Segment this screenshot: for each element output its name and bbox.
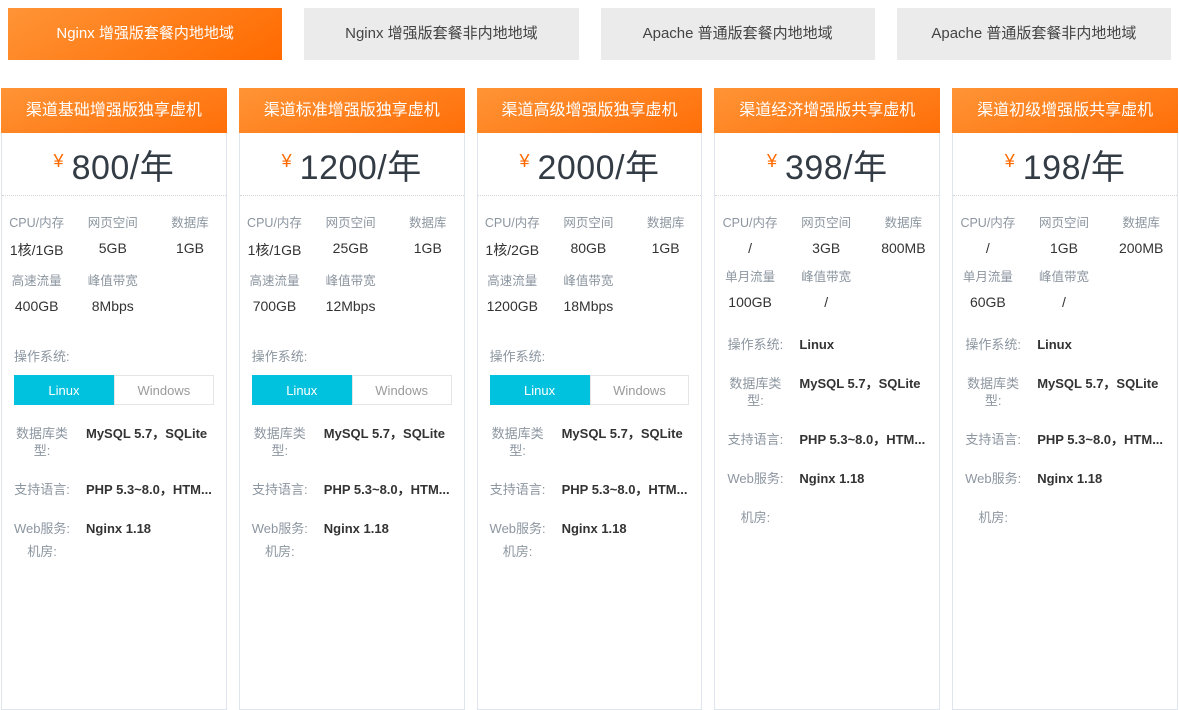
tab-apache-basic-non-mainland[interactable]: Apache 普通版套餐非内地地域 — [897, 8, 1171, 60]
currency-symbol: ¥ — [519, 151, 529, 172]
detail-os: 操作系统:Linux — [959, 336, 1167, 353]
specs-grid: CPU/内存/ 网页空间1GB 数据库200MB 单月流量60GB 峰值带宽/ — [953, 196, 1177, 322]
spec-cpu: CPU/内存1核/2GB — [478, 212, 547, 260]
spec-cpu: CPU/内存1核/1GB — [240, 212, 309, 260]
detail-web-service: Web服务:Nginx 1.18 — [959, 470, 1167, 487]
detail-datacenter: 机房: — [246, 543, 454, 560]
price-value: 2000/年 — [537, 140, 659, 189]
specs-grid: CPU/内存1核/1GB 网页空间25GB 数据库1GB 高速流量700GB 峰… — [240, 196, 464, 326]
plan-title: 渠道初级增强版共享虚机 — [952, 88, 1178, 133]
spec-webspace: 网页空间80GB — [547, 212, 630, 260]
plan-card-economy: 渠道经济增强版共享虚机 ¥ 398/年 CPU/内存/ 网页空间3GB 数据库8… — [714, 88, 940, 710]
currency-symbol: ¥ — [767, 151, 777, 172]
currency-symbol: ¥ — [1005, 151, 1015, 172]
plan-card-basic: 渠道基础增强版独享虚机 ¥ 800/年 CPU/内存1核/1GB 网页空间5GB… — [1, 88, 227, 710]
plan-price: ¥ 198/年 — [953, 133, 1177, 196]
detail-languages: 支持语言:PHP 5.3~8.0，HTM... — [246, 481, 454, 498]
plan-title: 渠道基础增强版独享虚机 — [1, 88, 227, 133]
detail-web-service: Web服务:Nginx 1.18 — [484, 520, 692, 537]
os-label: 操作系统: — [252, 346, 464, 365]
spec-bandwidth: 峰值带宽/ — [785, 266, 868, 310]
spec-webspace: 网页空间1GB — [1023, 212, 1106, 256]
tab-nginx-enhanced-non-mainland[interactable]: Nginx 增强版套餐非内地地域 — [304, 8, 578, 60]
detail-languages: 支持语言:PHP 5.3~8.0，HTM... — [484, 481, 692, 498]
spec-traffic: 高速流量400GB — [2, 270, 71, 314]
spec-webspace: 网页空间25GB — [309, 212, 392, 260]
spec-webspace: 网页空间5GB — [71, 212, 154, 260]
plan-price: ¥ 800/年 — [2, 133, 226, 196]
plan-price: ¥ 2000/年 — [478, 133, 702, 196]
spec-traffic: 单月流量60GB — [953, 266, 1022, 310]
detail-web-service: Web服务:Nginx 1.18 — [8, 520, 216, 537]
spec-database: 数据库200MB — [1105, 212, 1177, 256]
spec-traffic: 高速流量1200GB — [478, 270, 547, 314]
plan-price: ¥ 1200/年 — [240, 133, 464, 196]
spec-cpu: CPU/内存/ — [715, 212, 784, 256]
plan-title: 渠道高级增强版独享虚机 — [477, 88, 703, 133]
detail-languages: 支持语言:PHP 5.3~8.0，HTM... — [959, 431, 1167, 448]
detail-db-type: 数据库类型:MySQL 5.7，SQLite — [484, 425, 692, 459]
detail-os: 操作系统:Linux — [721, 336, 929, 353]
plan-card-entry: 渠道初级增强版共享虚机 ¥ 198/年 CPU/内存/ 网页空间1GB 数据库2… — [952, 88, 1178, 710]
detail-web-service: Web服务:Nginx 1.18 — [721, 470, 929, 487]
detail-datacenter: 机房: — [959, 509, 1167, 526]
os-label: 操作系统: — [14, 346, 226, 365]
spec-bandwidth: 峰值带宽/ — [1023, 266, 1106, 310]
spec-webspace: 网页空间3GB — [785, 212, 868, 256]
currency-symbol: ¥ — [282, 151, 292, 172]
os-option-linux[interactable]: Linux — [252, 375, 352, 405]
os-option-windows[interactable]: Windows — [590, 375, 690, 405]
tab-apache-basic-mainland[interactable]: Apache 普通版套餐内地地域 — [601, 8, 875, 60]
specs-grid: CPU/内存1核/2GB 网页空间80GB 数据库1GB 高速流量1200GB … — [478, 196, 702, 326]
spec-traffic: 单月流量100GB — [715, 266, 784, 310]
detail-db-type: 数据库类型:MySQL 5.7，SQLite — [8, 425, 216, 459]
plan-price: ¥ 398/年 — [715, 133, 939, 196]
specs-grid: CPU/内存1核/1GB 网页空间5GB 数据库1GB 高速流量400GB 峰值… — [2, 196, 226, 326]
detail-datacenter: 机房: — [721, 509, 929, 526]
os-option-linux[interactable]: Linux — [14, 375, 114, 405]
plan-title: 渠道经济增强版共享虚机 — [714, 88, 940, 133]
detail-web-service: Web服务:Nginx 1.18 — [246, 520, 454, 537]
spec-database: 数据库800MB — [868, 212, 940, 256]
os-option-windows[interactable]: Windows — [114, 375, 214, 405]
detail-languages: 支持语言:PHP 5.3~8.0，HTM... — [721, 431, 929, 448]
detail-datacenter: 机房: — [484, 543, 692, 560]
specs-grid: CPU/内存/ 网页空间3GB 数据库800MB 单月流量100GB 峰值带宽/ — [715, 196, 939, 322]
os-option-linux[interactable]: Linux — [490, 375, 590, 405]
spec-cpu: CPU/内存1核/1GB — [2, 212, 71, 260]
spec-bandwidth: 峰值带宽12Mbps — [309, 270, 392, 314]
os-label: 操作系统: — [490, 346, 702, 365]
tab-nginx-enhanced-mainland[interactable]: Nginx 增强版套餐内地地域 — [8, 8, 282, 60]
spec-bandwidth: 峰值带宽8Mbps — [71, 270, 154, 314]
detail-datacenter: 机房: — [8, 543, 216, 560]
detail-db-type: 数据库类型:MySQL 5.7，SQLite — [959, 375, 1167, 409]
detail-db-type: 数据库类型:MySQL 5.7，SQLite — [246, 425, 454, 459]
spec-cpu: CPU/内存/ — [953, 212, 1022, 256]
price-value: 198/年 — [1023, 140, 1126, 189]
detail-db-type: 数据库类型:MySQL 5.7，SQLite — [721, 375, 929, 409]
plan-card-advanced: 渠道高级增强版独享虚机 ¥ 2000/年 CPU/内存1核/2GB 网页空间80… — [477, 88, 703, 710]
plan-tab-bar: Nginx 增强版套餐内地地域 Nginx 增强版套餐非内地地域 Apache … — [0, 0, 1179, 60]
os-option-windows[interactable]: Windows — [352, 375, 452, 405]
price-value: 800/年 — [72, 140, 175, 189]
plan-card-standard: 渠道标准增强版独享虚机 ¥ 1200/年 CPU/内存1核/1GB 网页空间25… — [239, 88, 465, 710]
os-toggle: Linux Windows — [14, 375, 214, 405]
os-toggle: Linux Windows — [490, 375, 690, 405]
pricing-card-row: 渠道基础增强版独享虚机 ¥ 800/年 CPU/内存1核/1GB 网页空间5GB… — [0, 88, 1179, 710]
spec-bandwidth: 峰值带宽18Mbps — [547, 270, 630, 314]
spec-traffic: 高速流量700GB — [240, 270, 309, 314]
os-toggle: Linux Windows — [252, 375, 452, 405]
detail-languages: 支持语言:PHP 5.3~8.0，HTM... — [8, 481, 216, 498]
spec-database: 数据库1GB — [154, 212, 226, 260]
price-value: 398/年 — [785, 140, 888, 189]
spec-database: 数据库1GB — [630, 212, 702, 260]
plan-title: 渠道标准增强版独享虚机 — [239, 88, 465, 133]
spec-database: 数据库1GB — [392, 212, 464, 260]
currency-symbol: ¥ — [54, 151, 64, 172]
price-value: 1200/年 — [300, 140, 422, 189]
